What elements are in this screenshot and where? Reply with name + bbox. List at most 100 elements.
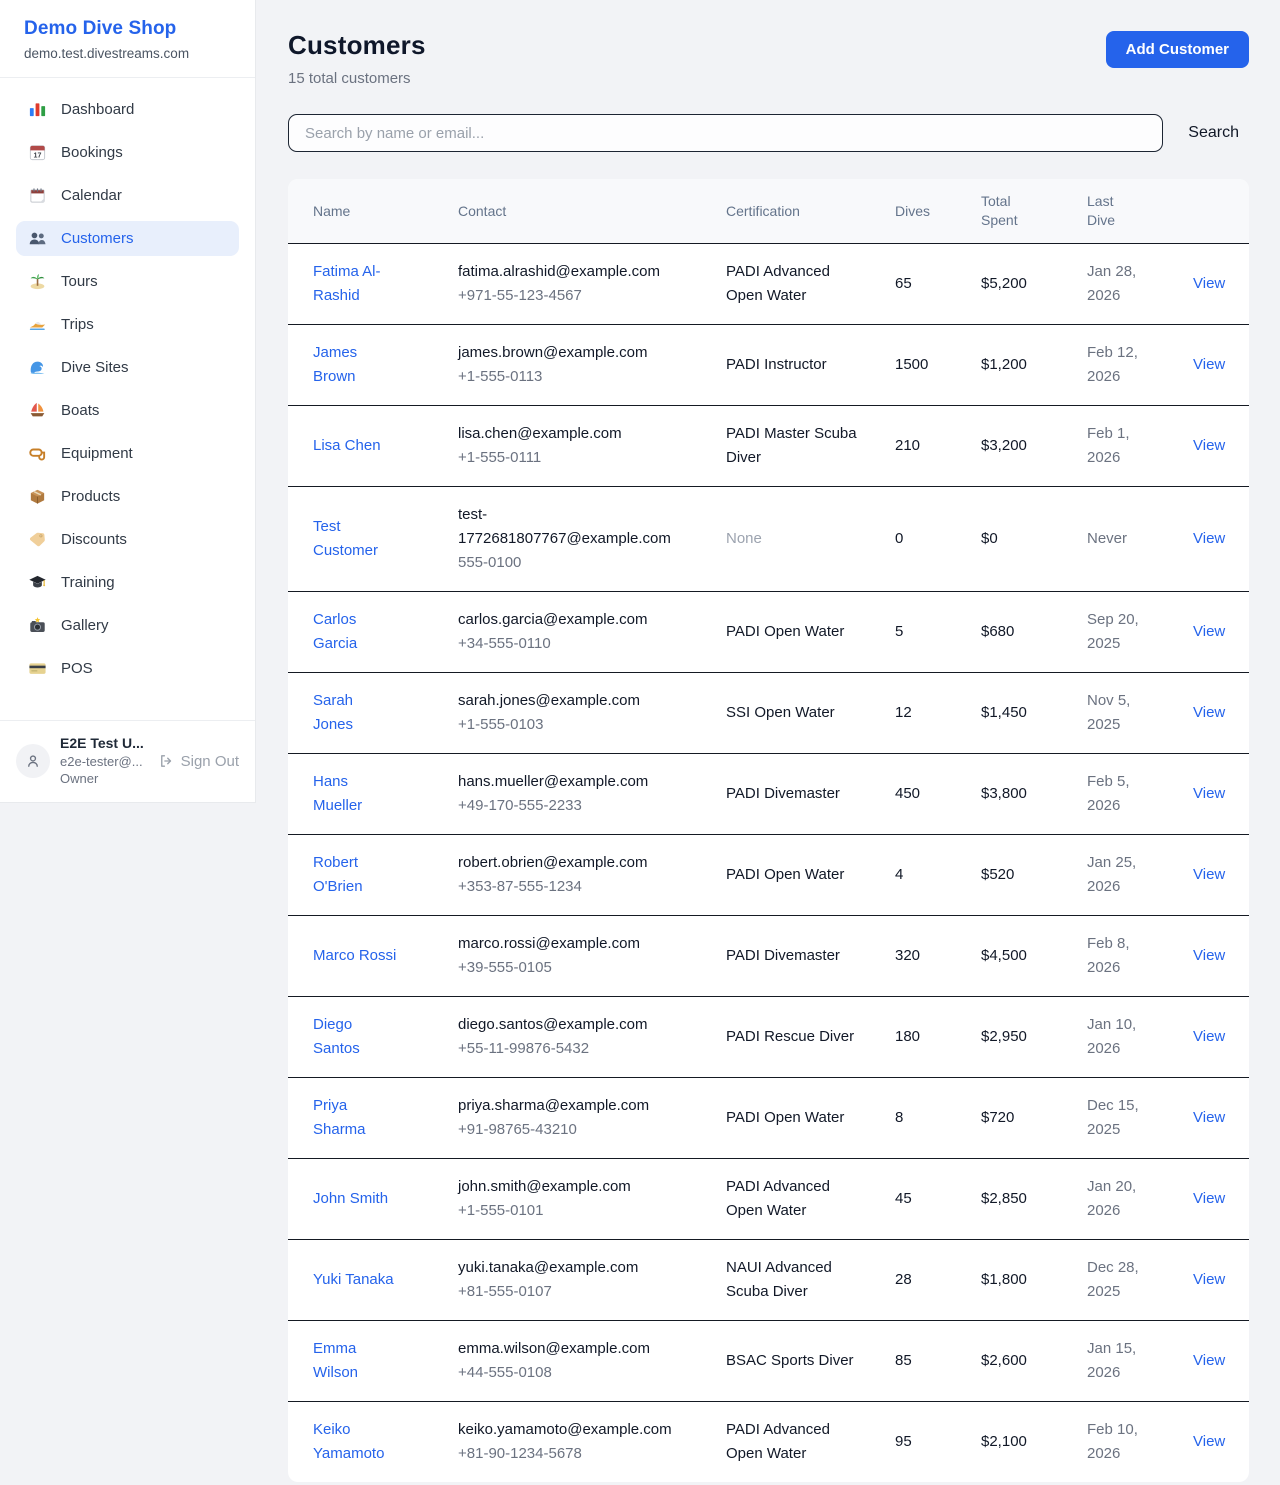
- sign-out-icon: [158, 753, 174, 769]
- action-cell: View: [1193, 1349, 1225, 1373]
- search-input[interactable]: [288, 114, 1163, 152]
- sidebar-item-label: Customers: [61, 230, 134, 247]
- total-spent-cell: $4,500: [981, 944, 1087, 968]
- customer-phone: +1-555-0103: [458, 713, 726, 737]
- customer-name-link[interactable]: Fatima Al-Rashid: [313, 260, 397, 308]
- total-spent-cell: $2,850: [981, 1187, 1087, 1211]
- sidebar-item-label: Gallery: [61, 617, 109, 634]
- sidebar-item-customers[interactable]: Customers: [16, 221, 239, 256]
- contact-cell: john.smith@example.com +1-555-0101: [458, 1175, 726, 1223]
- last-dive-cell: Feb 5, 2026: [1087, 770, 1193, 818]
- view-link[interactable]: View: [1193, 704, 1225, 721]
- customer-phone: +34-555-0110: [458, 632, 726, 656]
- customer-name-link[interactable]: Diego Santos: [313, 1013, 397, 1061]
- customer-name-link[interactable]: Lisa Chen: [313, 434, 381, 458]
- name-cell: Robert O'Brien: [313, 851, 458, 899]
- dives-cell: 4: [895, 863, 981, 887]
- dives-cell: 450: [895, 782, 981, 806]
- contact-cell: emma.wilson@example.com +44-555-0108: [458, 1337, 726, 1385]
- sidebar-item-trips[interactable]: Trips: [16, 307, 239, 342]
- customers-icon: [28, 229, 47, 248]
- customer-phone: +1-555-0111: [458, 446, 726, 470]
- sidebar-item-boats[interactable]: Boats: [16, 393, 239, 428]
- boats-icon: [28, 401, 47, 420]
- name-cell: John Smith: [313, 1187, 458, 1211]
- sidebar-item-training[interactable]: Training: [16, 565, 239, 600]
- customer-phone: +81-90-1234-5678: [458, 1442, 726, 1466]
- view-link[interactable]: View: [1193, 530, 1225, 547]
- customer-email: yuki.tanaka@example.com: [458, 1256, 726, 1280]
- shop-domain: demo.test.divestreams.com: [24, 46, 231, 61]
- total-spent-cell: $520: [981, 863, 1087, 887]
- sidebar-item-calendar[interactable]: Calendar: [16, 178, 239, 213]
- customer-name-link[interactable]: Keiko Yamamoto: [313, 1418, 397, 1466]
- customer-name-link[interactable]: James Brown: [313, 341, 397, 389]
- action-cell: View: [1193, 1025, 1225, 1049]
- last-dive-cell: Nov 5, 2025: [1087, 689, 1193, 737]
- shop-title: Demo Dive Shop: [24, 18, 231, 40]
- customer-name-link[interactable]: Carlos Garcia: [313, 608, 397, 656]
- view-link[interactable]: View: [1193, 1352, 1225, 1369]
- view-link[interactable]: View: [1193, 866, 1225, 883]
- contact-cell: diego.santos@example.com +55-11-99876-54…: [458, 1013, 726, 1061]
- contact-cell: keiko.yamamoto@example.com +81-90-1234-5…: [458, 1418, 726, 1466]
- view-link[interactable]: View: [1193, 623, 1225, 640]
- view-link[interactable]: View: [1193, 1433, 1225, 1450]
- view-link[interactable]: View: [1193, 1109, 1225, 1126]
- sidebar-item-label: Training: [61, 574, 115, 591]
- sidebar-item-dive-sites[interactable]: Dive Sites: [16, 350, 239, 385]
- contact-cell: yuki.tanaka@example.com +81-555-0107: [458, 1256, 726, 1304]
- sidebar-item-dashboard[interactable]: Dashboard: [16, 92, 239, 127]
- sidebar-item-products[interactable]: Products: [16, 479, 239, 514]
- action-cell: View: [1193, 944, 1225, 968]
- sidebar-item-bookings[interactable]: 17 Bookings: [16, 135, 239, 170]
- sidebar-item-equipment[interactable]: Equipment: [16, 436, 239, 471]
- view-link[interactable]: View: [1193, 947, 1225, 964]
- sidebar-item-label: Trips: [61, 316, 94, 333]
- user-section: E2E Test U... e2e-tester@... Owner Sign …: [0, 720, 255, 802]
- customer-name-link[interactable]: Emma Wilson: [313, 1337, 397, 1385]
- last-dive-cell: Dec 28, 2025: [1087, 1256, 1193, 1304]
- customer-name-link[interactable]: Marco Rossi: [313, 944, 396, 968]
- view-link[interactable]: View: [1193, 356, 1225, 373]
- view-link[interactable]: View: [1193, 1028, 1225, 1045]
- certification-cell: PADI Divemaster: [726, 944, 895, 968]
- search-button[interactable]: Search: [1178, 124, 1249, 142]
- customer-phone: +39-555-0105: [458, 956, 726, 980]
- contact-cell: robert.obrien@example.com +353-87-555-12…: [458, 851, 726, 899]
- sign-out-button[interactable]: Sign Out: [158, 753, 239, 770]
- view-link[interactable]: View: [1193, 1271, 1225, 1288]
- view-link[interactable]: View: [1193, 785, 1225, 802]
- customer-name-link[interactable]: Yuki Tanaka: [313, 1268, 394, 1292]
- contact-cell: james.brown@example.com +1-555-0113: [458, 341, 726, 389]
- name-cell: Hans Mueller: [313, 770, 458, 818]
- page-header: Customers 15 total customers Add Custome…: [288, 30, 1249, 87]
- sidebar-item-discounts[interactable]: Discounts: [16, 522, 239, 557]
- customer-name-link[interactable]: John Smith: [313, 1187, 388, 1211]
- customer-email: test-1772681807767@example.com: [458, 503, 726, 551]
- customer-name-link[interactable]: Robert O'Brien: [313, 851, 397, 899]
- discounts-icon: [28, 530, 47, 549]
- bookings-icon: 17: [28, 143, 47, 162]
- table-row: Test Customer test-1772681807767@example…: [288, 487, 1249, 592]
- sidebar-item-label: POS: [61, 660, 93, 677]
- sidebar-item-pos[interactable]: POS: [16, 651, 239, 686]
- add-customer-button[interactable]: Add Customer: [1106, 31, 1249, 68]
- view-link[interactable]: View: [1193, 437, 1225, 454]
- certification-cell: PADI Advanced Open Water: [726, 1175, 895, 1223]
- last-dive-cell: Jan 20, 2026: [1087, 1175, 1193, 1223]
- user-avatar: [16, 744, 50, 778]
- sidebar-item-tours[interactable]: Tours: [16, 264, 239, 299]
- customer-name-link[interactable]: Test Customer: [313, 515, 397, 563]
- tours-icon: [28, 272, 47, 291]
- view-link[interactable]: View: [1193, 1190, 1225, 1207]
- customer-name-link[interactable]: Sarah Jones: [313, 689, 397, 737]
- last-dive-cell: Jan 25, 2026: [1087, 851, 1193, 899]
- total-spent-cell: $720: [981, 1106, 1087, 1130]
- customer-name-link[interactable]: Hans Mueller: [313, 770, 397, 818]
- table-row: John Smith john.smith@example.com +1-555…: [288, 1159, 1249, 1240]
- sidebar-item-gallery[interactable]: Gallery: [16, 608, 239, 643]
- view-link[interactable]: View: [1193, 275, 1225, 292]
- action-cell: View: [1193, 1187, 1225, 1211]
- customer-name-link[interactable]: Priya Sharma: [313, 1094, 397, 1142]
